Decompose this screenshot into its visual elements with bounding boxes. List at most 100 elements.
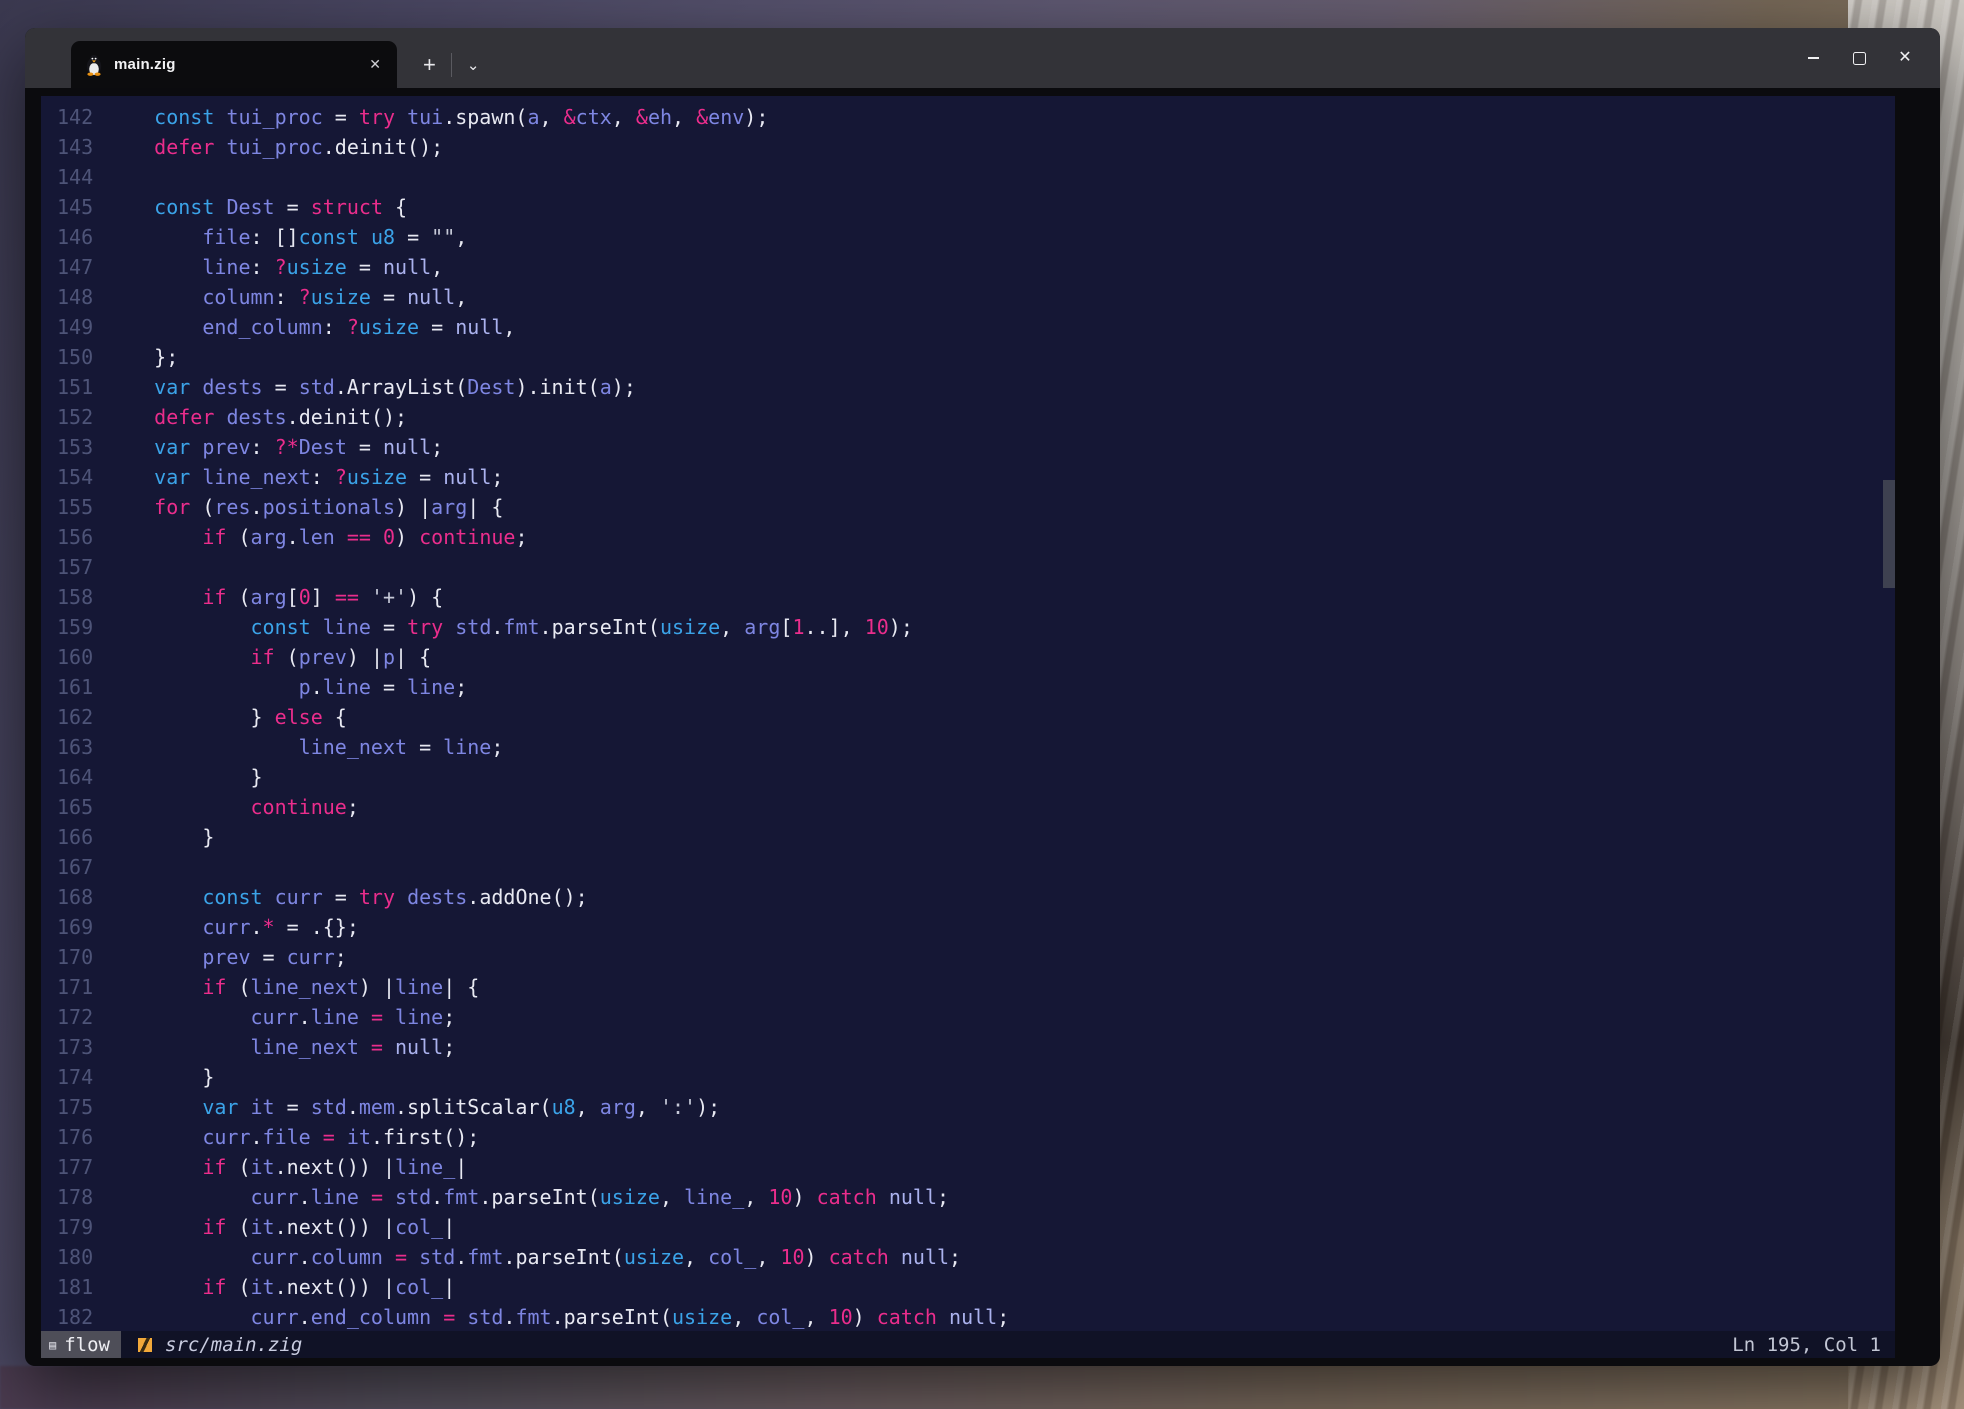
code-text: curr.line = line; xyxy=(106,1002,455,1032)
tab-separator xyxy=(451,53,452,77)
line-number: 180 xyxy=(57,1242,93,1272)
line-number: 173 xyxy=(57,1032,93,1062)
code-line: 157 xyxy=(57,552,1895,582)
code-line: 167 xyxy=(57,852,1895,882)
line-number: 152 xyxy=(57,402,93,432)
line-number: 166 xyxy=(57,822,93,852)
code-line: 153 var prev: ?*Dest = null; xyxy=(57,432,1895,462)
close-button[interactable]: ✕ xyxy=(1882,38,1928,78)
line-number: 142 xyxy=(57,102,93,132)
line-number: 157 xyxy=(57,552,93,582)
code-line: 172 curr.line = line; xyxy=(57,1002,1895,1032)
flow-menu-badge[interactable]: ▤ flow xyxy=(41,1331,121,1358)
code-line: 144 xyxy=(57,162,1895,192)
code-text: curr.line = std.fmt.parseInt(usize, line… xyxy=(106,1182,949,1212)
code-text: } xyxy=(106,822,214,852)
code-line: 146 file: []const u8 = "", xyxy=(57,222,1895,252)
code-line: 152 defer dests.deinit(); xyxy=(57,402,1895,432)
line-number: 182 xyxy=(57,1302,93,1332)
code-line: 166 } xyxy=(57,822,1895,852)
code-text: }; xyxy=(106,342,178,372)
line-number: 162 xyxy=(57,702,93,732)
code-text: curr.column = std.fmt.parseInt(usize, co… xyxy=(106,1242,961,1272)
code-text: column: ?usize = null, xyxy=(106,282,467,312)
code-text: var line_next: ?usize = null; xyxy=(106,462,503,492)
code-lines: 142 const tui_proc = try tui.spawn(a, &c… xyxy=(41,96,1895,1331)
code-line: 150 }; xyxy=(57,342,1895,372)
line-number: 175 xyxy=(57,1092,93,1122)
window-controls: ✕ xyxy=(1790,38,1928,78)
code-line: 164 } xyxy=(57,762,1895,792)
line-number: 171 xyxy=(57,972,93,1002)
document-icon: ▤ xyxy=(49,1338,56,1352)
line-number: 159 xyxy=(57,612,93,642)
code-text: continue; xyxy=(106,792,359,822)
code-text: var dests = std.ArrayList(Dest).init(a); xyxy=(106,372,636,402)
minimize-button[interactable] xyxy=(1790,38,1836,78)
code-text: if (arg[0] == '+') { xyxy=(106,582,443,612)
line-number: 143 xyxy=(57,132,93,162)
code-text: end_column: ?usize = null, xyxy=(106,312,515,342)
code-line: 158 if (arg[0] == '+') { xyxy=(57,582,1895,612)
line-number: 158 xyxy=(57,582,93,612)
line-number: 165 xyxy=(57,792,93,822)
code-text: if (it.next()) |col_| xyxy=(106,1272,455,1302)
editor-viewport: 142 const tui_proc = try tui.spawn(a, &c… xyxy=(41,96,1895,1358)
line-number: 179 xyxy=(57,1212,93,1242)
code-text: const Dest = struct { xyxy=(106,192,407,222)
code-line: 168 const curr = try dests.addOne(); xyxy=(57,882,1895,912)
code-text: if (it.next()) |col_| xyxy=(106,1212,455,1242)
code-text: prev = curr; xyxy=(106,942,347,972)
maximize-icon xyxy=(1853,52,1866,65)
line-number: 167 xyxy=(57,852,93,882)
code-line: 169 curr.* = .{}; xyxy=(57,912,1895,942)
code-text: curr.end_column = std.fmt.parseInt(usize… xyxy=(106,1302,1009,1332)
code-text: var prev: ?*Dest = null; xyxy=(106,432,443,462)
line-number: 174 xyxy=(57,1062,93,1092)
line-number: 148 xyxy=(57,282,93,312)
file-path: src/main.zig xyxy=(165,1334,302,1356)
line-number: 177 xyxy=(57,1152,93,1182)
line-number: 168 xyxy=(57,882,93,912)
code-text: } else { xyxy=(106,702,347,732)
code-line: 179 if (it.next()) |col_| xyxy=(57,1212,1895,1242)
code-text: var it = std.mem.splitScalar(u8, arg, ':… xyxy=(106,1092,720,1122)
code-line: 155 for (res.positionals) |arg| { xyxy=(57,492,1895,522)
code-line: 177 if (it.next()) |line_| xyxy=(57,1152,1895,1182)
line-number: 169 xyxy=(57,912,93,942)
code-text: p.line = line; xyxy=(106,672,467,702)
line-number: 144 xyxy=(57,162,93,192)
code-line: 176 curr.file = it.first(); xyxy=(57,1122,1895,1152)
code-line: 181 if (it.next()) |col_| xyxy=(57,1272,1895,1302)
line-number: 161 xyxy=(57,672,93,702)
terminal-window: main.zig ✕ + ⌄ ✕ 142 const tui_proc = tr… xyxy=(25,28,1940,1366)
scrollbar-thumb[interactable] xyxy=(1883,480,1895,588)
line-number: 145 xyxy=(57,192,93,222)
line-number: 178 xyxy=(57,1182,93,1212)
line-number: 153 xyxy=(57,432,93,462)
app-name: flow xyxy=(64,1334,110,1356)
statusbar: ▤ flow src/main.zig Ln 195, Col 1 xyxy=(41,1331,1895,1358)
code-text: } xyxy=(106,1062,214,1092)
code-line: 162 } else { xyxy=(57,702,1895,732)
code-text: defer dests.deinit(); xyxy=(106,402,407,432)
code-text: line_next = line; xyxy=(106,732,503,762)
code-text: defer tui_proc.deinit(); xyxy=(106,132,443,162)
code-line: 180 curr.column = std.fmt.parseInt(usize… xyxy=(57,1242,1895,1272)
code-line: 143 defer tui_proc.deinit(); xyxy=(57,132,1895,162)
code-line: 147 line: ?usize = null, xyxy=(57,252,1895,282)
code-line: 148 column: ?usize = null, xyxy=(57,282,1895,312)
line-number: 149 xyxy=(57,312,93,342)
code-text: } xyxy=(106,762,263,792)
tab-dropdown-chevron-icon[interactable]: ⌄ xyxy=(467,56,480,74)
maximize-button[interactable] xyxy=(1836,38,1882,78)
line-number: 156 xyxy=(57,522,93,552)
new-tab-button[interactable]: + xyxy=(423,54,436,76)
code-line: 156 if (arg.len == 0) continue; xyxy=(57,522,1895,552)
tab-close-icon[interactable]: ✕ xyxy=(369,56,381,73)
code-text: const tui_proc = try tui.spawn(a, &ctx, … xyxy=(106,102,768,132)
tab-main-zig[interactable]: main.zig ✕ xyxy=(71,41,397,88)
code-text: if (line_next) |line| { xyxy=(106,972,479,1002)
code-line: 173 line_next = null; xyxy=(57,1032,1895,1062)
code-line: 160 if (prev) |p| { xyxy=(57,642,1895,672)
